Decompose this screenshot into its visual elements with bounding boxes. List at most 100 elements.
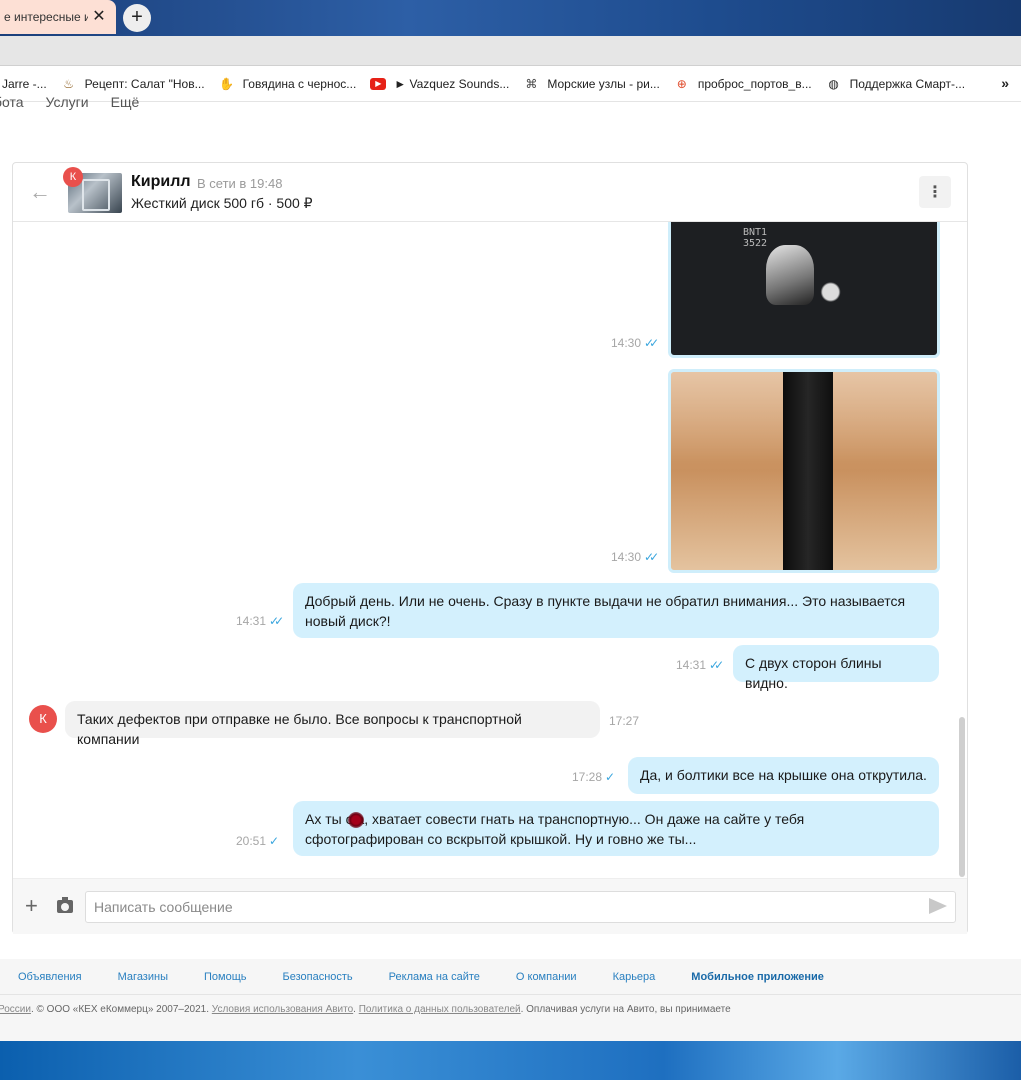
photo-message[interactable] xyxy=(668,369,940,573)
outgoing-message[interactable]: С двух сторон блины видно. xyxy=(733,645,939,691)
message-time: 14:31 ✓✓ xyxy=(676,658,724,672)
legal-text: . Оплачивая услуги на Авито, вы принимае… xyxy=(520,1004,731,1015)
recipe-icon: ♨ xyxy=(63,76,75,91)
bookmark-label: Поддержка Смарт-... xyxy=(849,76,966,91)
bookmark-vazquez[interactable]: ▶ ► Vazquez Sounds... xyxy=(370,77,509,91)
send-icon[interactable] xyxy=(929,898,947,914)
time-text: 20:51 xyxy=(236,834,267,848)
bookmark-ports[interactable]: ⊕ проброс_портов_в... xyxy=(674,76,812,92)
contact-status: В сети в 19:48 xyxy=(197,176,283,191)
globe-icon: ◍ xyxy=(828,76,839,91)
photo-content xyxy=(783,372,833,570)
message-text: Таких дефектов при отправке не было. Все… xyxy=(77,711,522,747)
hand-icon: ✋ xyxy=(219,76,235,91)
close-tab-icon[interactable]: ✕ xyxy=(90,8,108,26)
bookmark-label: Говядина с чернос... xyxy=(242,76,357,91)
censor-blot xyxy=(348,812,364,828)
back-arrow-icon[interactable]: ← xyxy=(29,179,51,205)
bookmark-recipe[interactable]: ♨ Рецепт: Салат "Нов... xyxy=(61,76,205,92)
message-time: 20:51 ✓ xyxy=(236,834,279,848)
footer-links: Объявления Магазины Помощь Безопасность … xyxy=(18,971,860,983)
photo-content xyxy=(766,245,814,305)
legal-link-privacy[interactable]: Политика о данных пользователей xyxy=(359,1004,521,1015)
site-footer: Объявления Магазины Помощь Безопасность … xyxy=(0,959,1021,1041)
legal-link-terms[interactable]: Условия использования Авито xyxy=(212,1004,353,1015)
message-list: BNT1 3522 14:30 ✓✓ 14:30 ✓✓ 14:31 ✓✓ Добр… xyxy=(13,222,967,877)
read-check-icon: ✓✓ xyxy=(644,550,659,564)
more-options-button[interactable]: ⋮ xyxy=(919,176,951,208)
new-tab-button[interactable]: + xyxy=(123,4,151,32)
tab-title: е интересные и xyxy=(4,10,88,24)
youtube-icon: ▶ xyxy=(370,77,387,90)
outgoing-message[interactable]: Ах ты с а, хватает совести гнать на тран… xyxy=(293,801,939,856)
outgoing-message[interactable]: Добрый день. Или не очень. Сразу в пункт… xyxy=(293,583,939,638)
bookmark-label: проброс_портов_в... xyxy=(697,76,812,91)
bookmarks-bar: l Jarre -... ♨ Рецепт: Салат "Нов... ✋ Г… xyxy=(0,66,1021,102)
lifebuoy-icon: ⊕ xyxy=(676,76,687,91)
legal-link-russia[interactable]: России xyxy=(0,1004,31,1015)
footer-link-help[interactable]: Помощь xyxy=(204,971,247,983)
footer-link-careers[interactable]: Карьера xyxy=(613,971,656,983)
time-text: 14:30 xyxy=(611,336,642,350)
contact-avatar: К xyxy=(63,167,83,187)
more-bookmarks-icon[interactable]: » xyxy=(1001,75,1009,91)
address-bar[interactable] xyxy=(0,36,1021,66)
message-composer: + xyxy=(13,878,967,934)
site-nav: бота Услуги Ещё xyxy=(0,92,139,110)
message-text: Да, и болтики все на крышке она открутил… xyxy=(640,767,927,783)
bookmark-jarre[interactable]: l Jarre -... xyxy=(0,77,47,91)
time-text: 14:31 xyxy=(676,658,707,672)
time-text: 17:28 xyxy=(572,770,603,784)
bookmark-beef[interactable]: ✋ Говядина с чернос... xyxy=(219,76,357,92)
nav-item-more[interactable]: Ещё xyxy=(111,94,140,110)
browser-tab[interactable]: е интересные и ✕ xyxy=(0,0,116,34)
incoming-message[interactable]: Таких дефектов при отправке не было. Все… xyxy=(65,701,600,747)
message-text: Добрый день. Или не очень. Сразу в пункт… xyxy=(305,593,906,609)
knot-icon: ⌘ xyxy=(525,76,538,91)
footer-link-ads[interactable]: Объявления xyxy=(18,971,82,983)
bookmark-label: Морские узлы - ри... xyxy=(547,76,660,91)
message-text: сфотографирован со вскрытой крышкой. Ну … xyxy=(305,831,697,847)
time-text: 14:31 xyxy=(236,614,267,628)
message-time: 14:30 ✓✓ xyxy=(611,550,659,564)
message-text: Ах ты с а, хватает совести гнать на тран… xyxy=(305,811,805,827)
footer-divider xyxy=(0,994,1021,995)
footer-link-advertising[interactable]: Реклама на сайте xyxy=(389,971,480,983)
message-time: 17:28 ✓ xyxy=(572,770,615,784)
item-title[interactable]: Жесткий диск 500 гб · 500 ₽ xyxy=(131,195,313,212)
nav-item-services[interactable]: Услуги xyxy=(46,94,89,110)
attach-plus-icon[interactable]: + xyxy=(25,895,38,917)
footer-legal: России. © ООО «КЕХ еКоммерц» 2007–2021. … xyxy=(0,1004,731,1015)
time-text: 17:27 xyxy=(609,714,640,728)
chat-panel: ← К Кирилл В сети в 19:48 Жесткий диск 5… xyxy=(12,162,968,934)
photo-message[interactable]: BNT1 3522 xyxy=(668,222,940,358)
read-check-icon: ✓✓ xyxy=(644,336,659,350)
bookmark-label: Рецепт: Салат "Нов... xyxy=(84,76,205,91)
time-text: 14:30 xyxy=(611,550,642,564)
footer-link-about[interactable]: О компании xyxy=(516,971,577,983)
sender-avatar[interactable]: К xyxy=(29,705,57,733)
bookmark-knots[interactable]: ⌘ Морские узлы - ри... xyxy=(523,76,659,92)
message-text: С двух сторон блины видно. xyxy=(745,655,882,691)
camera-icon[interactable] xyxy=(57,897,73,913)
chat-header: ← К Кирилл В сети в 19:48 Жесткий диск 5… xyxy=(13,163,967,222)
delivered-check-icon: ✓ xyxy=(605,770,615,784)
footer-link-mobile-app[interactable]: Мобильное приложение xyxy=(691,971,824,983)
message-time: 14:31 ✓✓ xyxy=(236,614,284,628)
message-input[interactable] xyxy=(85,891,956,923)
footer-link-security[interactable]: Безопасность xyxy=(282,971,352,983)
bookmark-support[interactable]: ◍ Поддержка Смарт-... xyxy=(826,76,965,92)
message-time: 17:27 xyxy=(609,714,639,728)
photo-label: BNT1 3522 xyxy=(743,227,768,249)
footer-link-shops[interactable]: Магазины xyxy=(118,971,168,983)
read-check-icon: ✓✓ xyxy=(269,614,284,628)
read-check-icon: ✓✓ xyxy=(709,658,724,672)
bookmark-label: ► Vazquez Sounds... xyxy=(394,76,510,91)
nav-item-work[interactable]: бота xyxy=(0,94,24,110)
bookmark-label: l Jarre -... xyxy=(0,76,47,91)
message-scrollbar[interactable] xyxy=(959,717,965,877)
outgoing-message[interactable]: Да, и болтики все на крышке она открутил… xyxy=(628,757,939,794)
contact-name[interactable]: Кирилл xyxy=(131,173,191,191)
delivered-check-icon: ✓ xyxy=(269,834,279,848)
legal-text: . © ООО «КЕХ еКоммерц» 2007–2021. xyxy=(30,1004,212,1015)
